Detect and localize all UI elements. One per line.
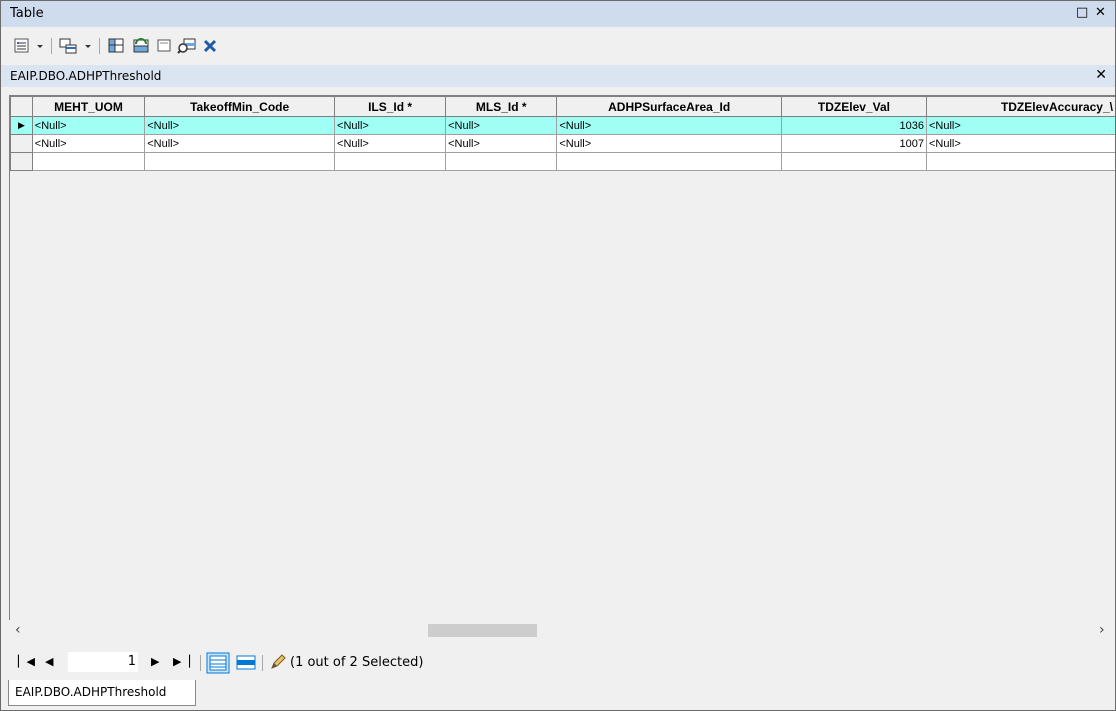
table-cell[interactable]: <Null> [925,134,1115,153]
attribute-grid: MEHT_UOM TakeoffMin_Code ILS_Id * MLS_Id… [9,95,1115,620]
table-row-new[interactable] [10,152,1115,171]
show-selected-records-icon[interactable] [235,652,257,678]
show-all-records-icon[interactable] [206,652,230,678]
column-header[interactable]: MLS_Id * [445,96,558,117]
column-header[interactable]: TakeoffMin_Code [144,96,336,117]
table-options-dropdown-icon[interactable] [35,37,45,55]
table-cell[interactable] [925,152,1115,171]
zoom-to-selected-icon[interactable] [177,37,197,55]
table-window: Table □ ✕ EAIP.DBO.ADHPThreshold ✕ MEHT_… [0,0,1116,711]
table-cell[interactable]: <Null> [334,134,447,153]
table-cell[interactable]: <Null> [144,116,336,135]
table-tab-header[interactable]: EAIP.DBO.ADHPThreshold ✕ [1,65,1115,87]
selection-status: (1 out of 2 Selected) [290,655,424,670]
table-row[interactable]: ▶ <Null> <Null> <Null> <Null> <Null> 103… [10,116,1115,135]
table-cell[interactable]: <Null> [556,134,782,153]
related-tables-dropdown-icon[interactable] [83,37,93,55]
previous-record-icon[interactable]: ◀ [45,655,53,669]
clear-selection-icon[interactable] [155,37,173,55]
table-options-icon[interactable] [13,37,31,55]
table-cell[interactable] [144,152,336,171]
close-icon[interactable]: ✕ [1095,5,1106,21]
scroll-left-icon[interactable]: ‹ [15,621,21,639]
scroll-right-icon[interactable]: › [1099,621,1105,639]
table-cell[interactable]: <Null> [31,116,146,135]
current-row-indicator-icon[interactable]: ▶ [10,116,33,135]
table-cell[interactable]: <Null> [925,116,1115,135]
column-header[interactable]: TDZElev_Val [780,96,927,117]
close-table-tab-icon[interactable]: ✕ [1095,67,1107,83]
edit-pencil-icon [270,654,286,674]
row-header[interactable] [10,152,33,171]
toolbar-separator [99,38,100,54]
table-cell[interactable]: <Null> [445,134,558,153]
table-cell[interactable] [31,152,146,171]
column-header[interactable]: MEHT_UOM [31,96,146,117]
table-cell[interactable]: <Null> [31,134,146,153]
horizontal-scrollbar[interactable]: ‹ › [9,621,1115,639]
table-toolbar [1,27,1115,65]
scrollbar-thumb[interactable] [428,624,537,637]
table-sheet-tab[interactable]: EAIP.DBO.ADHPThreshold [8,680,196,706]
select-by-attributes-icon[interactable] [107,37,127,55]
title-bar[interactable]: Table □ ✕ [1,1,1115,27]
table-cell[interactable] [334,152,447,171]
table-cell[interactable] [780,152,927,171]
table-cell[interactable]: 1036 [780,116,927,135]
table-tab-title: EAIP.DBO.ADHPThreshold [10,69,162,83]
table-cell[interactable]: <Null> [445,116,558,135]
table-cell[interactable]: <Null> [556,116,782,135]
window-title: Table [10,6,44,21]
row-header[interactable] [10,134,33,153]
next-record-icon[interactable]: ▶ [151,655,159,669]
toolbar-separator [51,38,52,54]
table-header-row: MEHT_UOM TakeoffMin_Code ILS_Id * MLS_Id… [10,96,1115,117]
record-navigation-bar: ▏◀ ◀ 1 ▶ ▶▕ (1 out of 2 Selected) [1,647,1115,677]
last-record-icon[interactable]: ▶▕ [173,655,190,669]
attribute-table: MEHT_UOM TakeoffMin_Code ILS_Id * MLS_Id… [10,96,1115,171]
nav-separator [262,655,263,671]
table-cell[interactable] [556,152,782,171]
column-header[interactable]: ADHPSurfaceArea_Id [556,96,782,117]
current-record-input[interactable]: 1 [68,652,138,672]
first-record-icon[interactable]: ▏◀ [18,655,35,669]
row-header-corner[interactable] [10,96,33,117]
related-tables-icon[interactable] [59,37,79,55]
table-cell[interactable]: <Null> [334,116,447,135]
nav-separator [200,655,201,671]
table-cell[interactable]: 1007 [780,134,927,153]
switch-selection-icon[interactable] [131,37,151,55]
table-row[interactable]: <Null> <Null> <Null> <Null> <Null> 1007 … [10,134,1115,153]
column-header[interactable]: ILS_Id * [334,96,447,117]
maximize-icon[interactable]: □ [1076,5,1088,21]
table-cell[interactable]: <Null> [144,134,336,153]
column-header[interactable]: TDZElevAccuracy_\ [925,96,1115,117]
delete-selected-icon[interactable] [201,37,219,55]
table-cell[interactable] [445,152,558,171]
